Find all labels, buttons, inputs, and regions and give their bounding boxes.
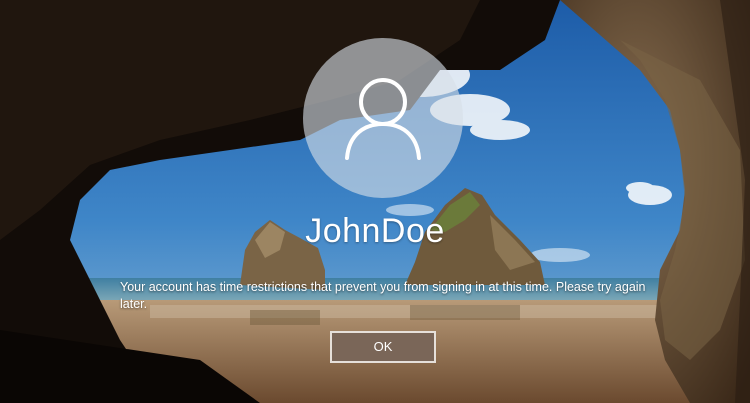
error-message: Your account has time restrictions that … <box>120 280 646 311</box>
user-avatar <box>303 38 463 198</box>
ok-button[interactable]: OK <box>330 331 436 363</box>
username-label: JohnDoe <box>305 212 445 250</box>
ok-button-label: OK <box>373 339 393 354</box>
user-icon <box>345 78 421 160</box>
